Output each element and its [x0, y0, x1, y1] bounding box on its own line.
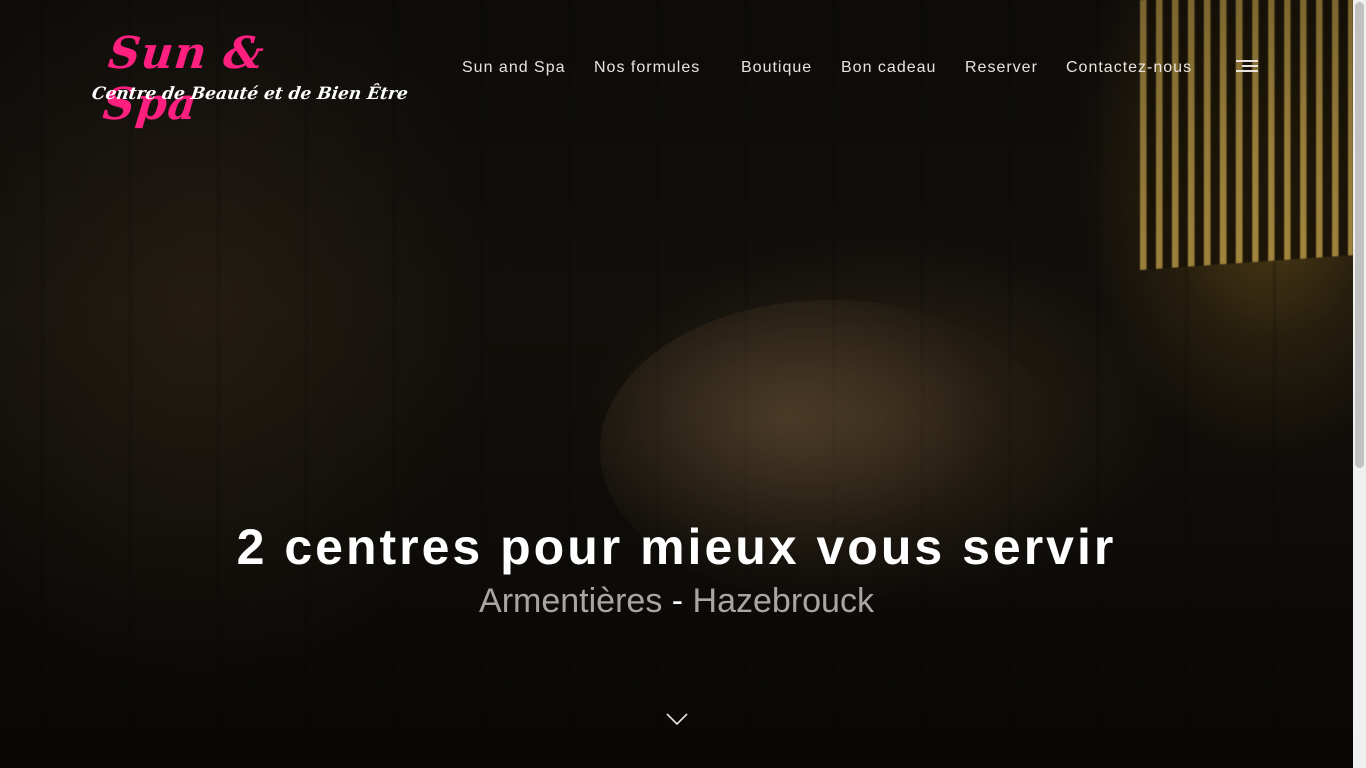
chevron-down-icon[interactable]	[666, 712, 688, 726]
scrollbar-thumb[interactable]	[1355, 2, 1364, 468]
location-separator: -	[671, 582, 684, 620]
nav-item-reserver[interactable]: Reserver	[965, 59, 1038, 77]
main-navigation: Sun and Spa Nos formules Boutique Bon ca…	[0, 59, 1353, 81]
location-hazebrouck: Hazebrouck	[692, 582, 874, 620]
site-header: Sun & Spa Centre de Beauté et de Bien Êt…	[0, 0, 1353, 130]
nav-item-boutique[interactable]: Boutique	[741, 59, 812, 77]
hero-locations: Armentières - Hazebrouck	[0, 582, 1353, 621]
hamburger-menu-icon[interactable]	[1236, 59, 1258, 75]
nav-item-bon-cadeau[interactable]: Bon cadeau	[841, 59, 936, 77]
page-scrollbar[interactable]	[1353, 0, 1366, 768]
nav-item-nos-formules[interactable]: Nos formules	[594, 59, 700, 77]
hero-headline: 2 centres pour mieux vous servir	[236, 519, 1117, 575]
logo-subtitle: Centre de Beauté et de Bien Être	[90, 84, 410, 104]
nav-item-sun-and-spa[interactable]: Sun and Spa	[462, 59, 566, 77]
location-armentieres: Armentières	[479, 582, 663, 620]
nav-item-contactez-nous[interactable]: Contactez-nous	[1066, 59, 1192, 77]
